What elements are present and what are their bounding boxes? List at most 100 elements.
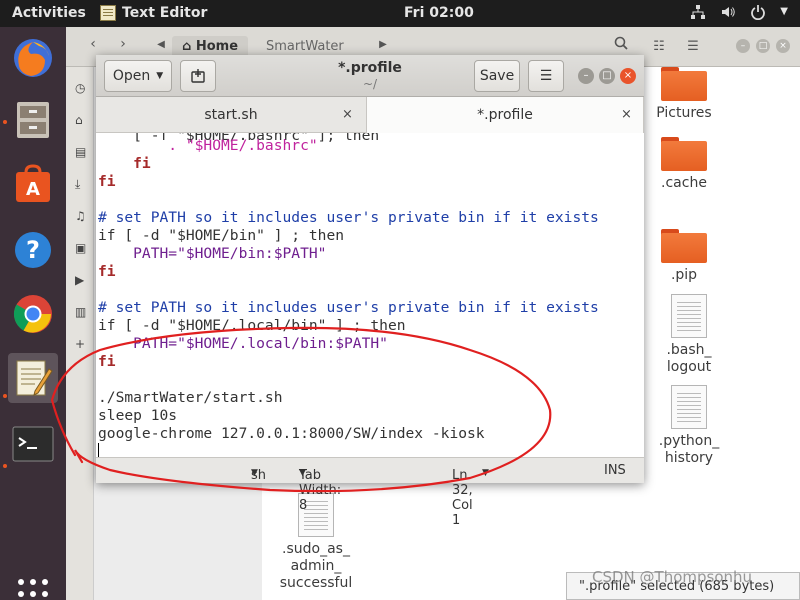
folder-icon xyxy=(661,67,707,101)
software-launcher[interactable]: A xyxy=(8,159,58,209)
hamburger-menu-button[interactable]: ☰ xyxy=(528,60,564,92)
chevron-down-icon: ▼ xyxy=(251,468,258,478)
code-line: if [ -d "$HOME/.local/bin" ] ; then xyxy=(98,317,406,334)
home-icon[interactable]: ⌂ xyxy=(75,113,89,127)
software-center-icon: A xyxy=(16,164,50,202)
menu-button[interactable]: ☰ xyxy=(678,35,708,59)
minimize-button[interactable]: – xyxy=(578,68,594,84)
close-icon[interactable]: × xyxy=(342,107,353,122)
help-launcher[interactable]: ? xyxy=(8,225,58,275)
clock[interactable]: Fri 02:00 xyxy=(404,5,474,21)
text-editor-icon xyxy=(16,360,53,396)
search-icon xyxy=(614,36,628,50)
close-button[interactable]: × xyxy=(776,39,790,53)
new-document-icon xyxy=(191,69,205,83)
code-line: if [ -d "$HOME/bin" ] ; then xyxy=(98,227,345,244)
trash-icon[interactable]: ▥ xyxy=(75,305,89,319)
file-item[interactable]: .cache xyxy=(654,137,714,192)
document-icon xyxy=(671,385,707,429)
music-icon[interactable]: ♫ xyxy=(75,209,89,223)
text-editor-icon xyxy=(100,5,116,21)
chevron-down-icon: ▼ xyxy=(299,468,306,478)
text-editor-window: Open ▼ *.profile ~/ Save ☰ – □ × start.s… xyxy=(96,55,644,528)
volume-icon xyxy=(722,7,736,17)
add-location-icon[interactable]: + xyxy=(75,337,89,351)
document-tabs: start.sh × *.profile × xyxy=(96,97,644,133)
file-item[interactable]: Pictures xyxy=(654,67,714,122)
watermark: CSDN @Thompsonhu xyxy=(592,568,753,586)
tab-start-sh[interactable]: start.sh × xyxy=(96,97,366,133)
text-editor-launcher[interactable] xyxy=(8,353,58,403)
open-button[interactable]: Open ▼ xyxy=(104,60,172,92)
files-icon xyxy=(17,102,49,138)
chevron-down-icon: ▼ xyxy=(780,6,788,17)
file-item[interactable]: .pip xyxy=(654,229,714,284)
code-line: fi xyxy=(98,155,151,172)
chevron-down-icon: ▼ xyxy=(482,468,489,478)
downloads-icon[interactable]: ⤓ xyxy=(75,177,89,191)
show-applications-button[interactable] xyxy=(16,579,50,600)
code-line: # set PATH so it includes user's private… xyxy=(98,299,599,316)
code-line: ./SmartWater/start.sh xyxy=(98,389,283,406)
power-icon xyxy=(751,5,766,20)
minimize-button[interactable]: – xyxy=(736,39,750,53)
videos-icon[interactable]: ▶ xyxy=(75,273,89,287)
code-line: google-chrome 127.0.0.1:8000/SW/index -k… xyxy=(98,425,485,442)
firefox-launcher[interactable] xyxy=(8,33,58,83)
save-button[interactable]: Save xyxy=(474,60,520,92)
svg-text:A: A xyxy=(26,179,40,200)
folder-icon xyxy=(661,137,707,171)
documents-icon[interactable]: ▤ xyxy=(75,145,89,159)
code-line: # set PATH so it includes user's private… xyxy=(98,209,599,226)
file-item[interactable]: .python_ history xyxy=(654,385,724,467)
chevron-down-icon: ▼ xyxy=(156,71,164,81)
network-icon xyxy=(691,5,706,19)
terminal-icon xyxy=(12,426,54,462)
terminal-launcher[interactable] xyxy=(8,419,58,469)
app-menu[interactable]: Text Editor ▼ xyxy=(100,5,208,387)
folder-icon xyxy=(661,229,707,263)
file-manager-sidebar: ◷ ⌂ ▤ ⤓ ♫ ▣ ▶ ▥ + xyxy=(66,67,94,600)
files-launcher[interactable] xyxy=(8,95,58,145)
recent-icon[interactable]: ◷ xyxy=(75,81,89,95)
text-cursor xyxy=(98,443,99,457)
help-icon: ? xyxy=(15,232,51,268)
code-line: . "$HOME/.bashrc" xyxy=(98,137,318,154)
system-tray[interactable]: ▼ xyxy=(690,4,788,20)
menu-icon: ☰ xyxy=(539,68,553,84)
firefox-icon xyxy=(14,39,52,77)
activities-button[interactable]: Activities xyxy=(12,5,86,21)
home-icon: ⌂ xyxy=(182,39,196,54)
document-path: ~/ xyxy=(362,77,378,91)
document-icon xyxy=(671,294,707,338)
code-editor[interactable]: [ -f "$HOME/.bashrc" ]; then . "$HOME/.b… xyxy=(96,133,644,457)
code-line: fi xyxy=(98,263,116,280)
code-line: fi xyxy=(98,173,116,190)
file-item[interactable]: .bash_ logout xyxy=(654,294,724,376)
editor-statusbar: sh ▼ Tab Width: 8 ▼ Ln 32, Col 1 ▼ INS xyxy=(96,457,644,528)
code-line: sleep 10s xyxy=(98,407,178,424)
dock: A ? xyxy=(0,27,66,600)
app-menu-label: Text Editor xyxy=(122,5,208,21)
code-line: PATH="$HOME/bin:$PATH" xyxy=(98,245,327,262)
view-toggle-button[interactable]: ☷ xyxy=(644,35,674,59)
svg-text:?: ? xyxy=(26,236,40,264)
document-title: *.profile xyxy=(338,60,402,76)
insert-mode: INS xyxy=(604,463,626,478)
chrome-icon xyxy=(13,295,52,333)
chrome-launcher[interactable] xyxy=(8,289,58,339)
pictures-icon[interactable]: ▣ xyxy=(75,241,89,255)
close-button[interactable]: × xyxy=(620,68,636,84)
close-icon[interactable]: × xyxy=(621,107,632,122)
code-line: fi xyxy=(98,353,116,370)
maximize-button[interactable]: □ xyxy=(756,39,770,53)
top-panel: Activities Text Editor ▼ Fri 02:00 ▼ xyxy=(0,0,800,387)
tab-profile[interactable]: *.profile × xyxy=(366,97,644,133)
maximize-button[interactable]: □ xyxy=(599,68,615,84)
running-indicator xyxy=(3,120,7,124)
editor-headerbar: Open ▼ *.profile ~/ Save ☰ – □ × xyxy=(96,55,644,97)
running-indicator xyxy=(3,394,7,398)
new-document-button[interactable] xyxy=(180,60,216,92)
code-line: PATH="$HOME/.local/bin:$PATH" xyxy=(98,335,388,352)
running-indicator xyxy=(3,464,7,468)
